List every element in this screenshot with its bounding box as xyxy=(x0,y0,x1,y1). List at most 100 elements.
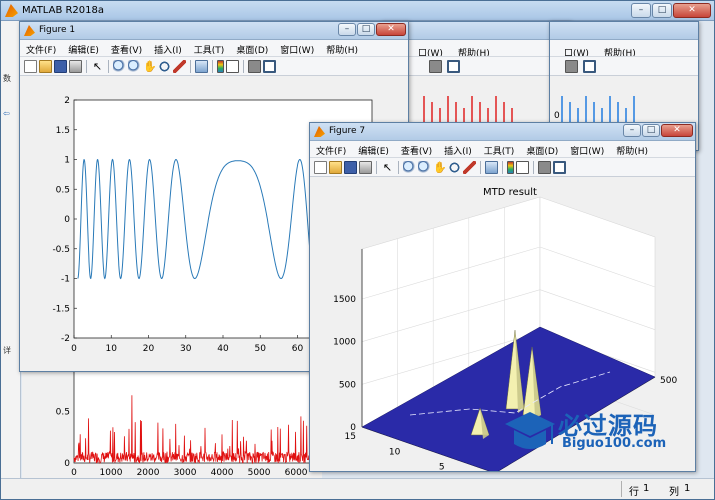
status-row-label: 行 xyxy=(629,487,639,498)
colorbar-icon[interactable] xyxy=(507,161,514,174)
menu-help[interactable]: 帮助(H) xyxy=(610,141,654,157)
x-tick-label: 20 xyxy=(143,344,155,354)
figure-7-title: Figure 7 xyxy=(329,126,366,136)
bg1-menu-help[interactable]: 帮助(H) xyxy=(452,43,496,56)
rotate-3d-icon[interactable] xyxy=(158,60,171,73)
bg-x-tick-label: 1000 xyxy=(100,468,123,478)
y-tick-label: -2 xyxy=(61,334,70,344)
z-tick-label: 1000 xyxy=(333,338,356,348)
main-titlebar[interactable]: MATLAB R2018a – □ ✕ xyxy=(1,1,714,21)
graduation-cap-icon xyxy=(505,412,555,449)
print-icon[interactable] xyxy=(69,60,82,73)
bg-x-tick-label: 5000 xyxy=(248,468,271,478)
open-file-icon[interactable] xyxy=(39,60,52,73)
figure-1-titlebar[interactable]: Figure 1 – □ ✕ xyxy=(20,22,408,40)
menu-desktop[interactable]: 桌面(D) xyxy=(230,40,274,56)
close-button[interactable]: ✕ xyxy=(673,3,711,18)
save-icon[interactable] xyxy=(54,60,67,73)
zoom-in-icon[interactable] xyxy=(113,60,126,73)
select-arrow-icon[interactable]: ↖ xyxy=(381,161,394,174)
menu-view[interactable]: 查看(V) xyxy=(105,40,148,56)
figure-1-toolbar: ↖ ✋ xyxy=(20,57,408,76)
pan-icon[interactable]: ✋ xyxy=(143,60,157,73)
y-tick-label: 0 xyxy=(64,215,70,225)
data-brush-icon[interactable] xyxy=(173,60,186,73)
legend-icon[interactable] xyxy=(226,60,239,73)
x-tick-label: 60 xyxy=(292,344,304,354)
new-figure-icon[interactable] xyxy=(24,60,37,73)
watermark: 必过源码 Biguo100.com xyxy=(500,400,700,462)
y-tick-label: 10 xyxy=(389,447,401,457)
menu-tools[interactable]: 工具(T) xyxy=(188,40,231,56)
zoom-out-icon[interactable] xyxy=(418,161,431,174)
menu-help[interactable]: 帮助(H) xyxy=(320,40,364,56)
show-plot-tools-icon[interactable] xyxy=(582,60,596,73)
hide-plot-tools-icon[interactable] xyxy=(564,60,578,73)
bg2-tick-label: 0 xyxy=(554,111,560,121)
figure-1-minimize-button[interactable]: – xyxy=(338,23,356,36)
figure-7-chart-title: MTD result xyxy=(483,187,537,198)
menu-desktop[interactable]: 桌面(D) xyxy=(520,141,564,157)
show-plot-tools-icon[interactable] xyxy=(263,60,276,73)
bg-y-tick-label: 0.5 xyxy=(56,407,70,417)
menu-insert[interactable]: 插入(I) xyxy=(438,141,478,157)
bg2-menu-window[interactable]: 口(W) xyxy=(558,43,595,56)
maximize-button[interactable]: □ xyxy=(652,3,672,18)
figure-7-close-button[interactable]: ✕ xyxy=(661,124,693,137)
menu-insert[interactable]: 插入(I) xyxy=(148,40,188,56)
new-figure-icon[interactable] xyxy=(314,161,327,174)
pan-icon[interactable]: ✋ xyxy=(433,161,447,174)
colorbar-icon[interactable] xyxy=(217,60,224,73)
bg-x-tick-label: 4000 xyxy=(211,468,234,478)
z-tick-label: 500 xyxy=(339,380,356,390)
figure-1-close-button[interactable]: ✕ xyxy=(376,23,406,36)
figure-7-minimize-button[interactable]: – xyxy=(623,124,641,137)
rotate-3d-icon[interactable] xyxy=(448,161,461,174)
figure-7-titlebar[interactable]: Figure 7 – □ ✕ xyxy=(310,123,695,141)
menu-file[interactable]: 文件(F) xyxy=(310,141,352,157)
legend-icon[interactable] xyxy=(516,161,529,174)
menu-window[interactable]: 窗口(W) xyxy=(274,40,320,56)
background-figure-1-titlebar xyxy=(382,22,570,40)
x-tick-label: 40 xyxy=(217,344,229,354)
figure-1-menubar: 文件(F) 编辑(E) 查看(V) 插入(I) 工具(T) 桌面(D) 窗口(W) 帮助(H) xyxy=(20,40,408,57)
select-arrow-icon[interactable]: ↖ xyxy=(91,60,104,73)
y-tick-label: -1.5 xyxy=(52,304,70,314)
save-icon[interactable] xyxy=(344,161,357,174)
menu-window[interactable]: 窗口(W) xyxy=(564,141,610,157)
zoom-out-icon[interactable] xyxy=(128,60,141,73)
status-col-value: 1 xyxy=(684,483,691,494)
left-panel: 数 ⇦ 详 xyxy=(1,21,21,479)
y-tick-label: 15 xyxy=(345,432,356,442)
y-tick-label: 1 xyxy=(64,156,70,166)
show-plot-tools-icon[interactable] xyxy=(553,161,566,174)
bg-y-tick-label: 0 xyxy=(64,459,70,469)
link-plot-icon[interactable] xyxy=(485,161,498,174)
bg1-menu-window[interactable]: 口(W) xyxy=(412,43,449,56)
figure-7-maximize-button[interactable]: □ xyxy=(642,124,660,137)
bg2-menu-help[interactable]: 帮助(H) xyxy=(598,43,642,56)
z-tick-label: 1500 xyxy=(333,295,356,305)
figure-1-maximize-button[interactable]: □ xyxy=(357,23,375,36)
menu-edit[interactable]: 编辑(E) xyxy=(352,141,395,157)
figure-7-toolbar: ↖ ✋ xyxy=(310,158,695,177)
menu-tools[interactable]: 工具(T) xyxy=(478,141,521,157)
menu-file[interactable]: 文件(F) xyxy=(20,40,62,56)
zoom-in-icon[interactable] xyxy=(403,161,416,174)
menu-edit[interactable]: 编辑(E) xyxy=(62,40,105,56)
bg-x-tick-label: 3000 xyxy=(174,468,197,478)
hide-plot-tools-icon[interactable] xyxy=(248,60,261,73)
data-brush-icon[interactable] xyxy=(463,161,476,174)
back-arrow-icon[interactable]: ⇦ xyxy=(3,109,10,118)
hide-plot-tools-icon[interactable] xyxy=(428,60,442,73)
link-plot-icon[interactable] xyxy=(195,60,208,73)
x-tick-label: 50 xyxy=(255,344,267,354)
menu-view[interactable]: 查看(V) xyxy=(395,141,438,157)
background-figure-2-toolbar xyxy=(550,57,698,76)
show-plot-tools-icon[interactable] xyxy=(446,60,460,73)
figure-icon xyxy=(24,25,35,36)
open-file-icon[interactable] xyxy=(329,161,342,174)
print-icon[interactable] xyxy=(359,161,372,174)
hide-plot-tools-icon[interactable] xyxy=(538,161,551,174)
minimize-button[interactable]: – xyxy=(631,3,651,18)
